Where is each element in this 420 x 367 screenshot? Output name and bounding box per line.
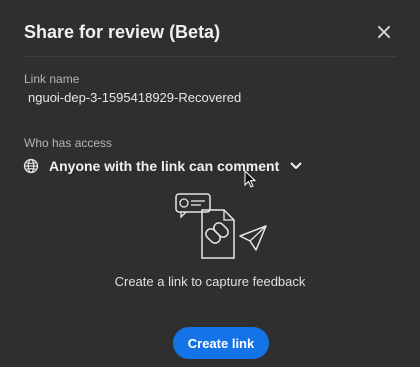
dialog-title: Share for review (Beta) <box>24 22 221 42</box>
close-icon <box>378 26 390 38</box>
close-button[interactable] <box>372 20 396 44</box>
globe-icon <box>22 157 40 175</box>
share-link-illustration <box>175 193 267 259</box>
link-name-label: Link name <box>24 72 80 86</box>
access-dropdown[interactable]: Anyone with the link can comment <box>22 156 303 176</box>
header-divider <box>24 56 396 57</box>
empty-state-message: Create a link to capture feedback <box>114 274 306 289</box>
chevron-down-icon <box>289 159 303 173</box>
link-name-input[interactable] <box>28 90 388 105</box>
share-dialog: Share for review (Beta) Link name Who ha… <box>0 0 420 367</box>
create-link-button[interactable]: Create link <box>173 327 269 359</box>
access-label: Who has access <box>24 136 113 150</box>
mouse-cursor-icon <box>244 170 256 188</box>
